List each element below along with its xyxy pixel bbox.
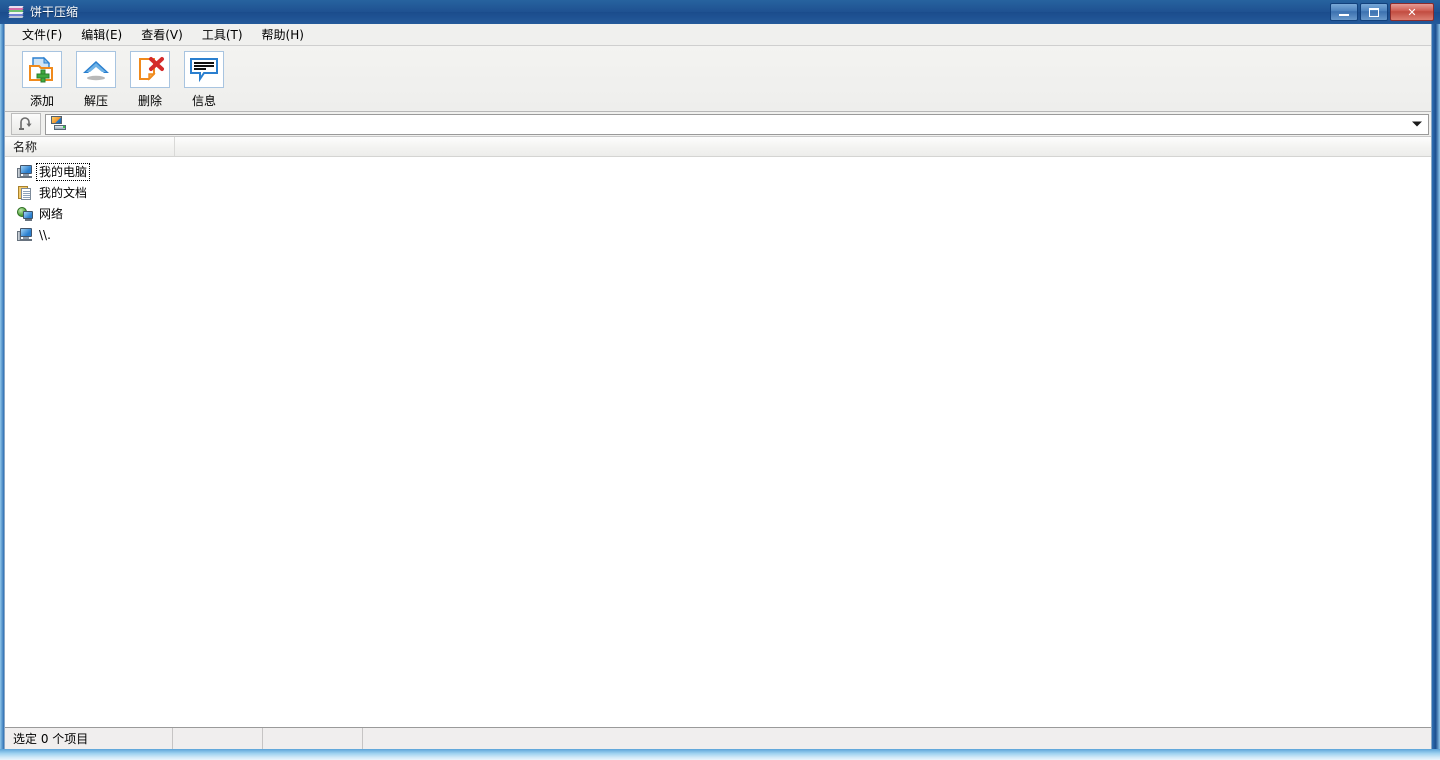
list-item[interactable]: 网络 [5, 203, 1431, 224]
status-cell-4 [363, 728, 1431, 749]
restore-button[interactable] [1360, 3, 1388, 21]
menu-help[interactable]: 帮助(H) [253, 23, 314, 46]
window-border-right [1432, 0, 1440, 760]
delete-document-icon [130, 51, 170, 88]
window-border-bottom [0, 749, 1440, 760]
archive-icon [8, 4, 24, 20]
my-computer-icon [50, 116, 66, 132]
toolbar: 添加 解压 删除 信息 [5, 46, 1431, 112]
toolbar-label-extract: 解压 [83, 94, 108, 108]
address-bar [5, 112, 1431, 137]
menu-view[interactable]: 查看(V) [132, 23, 193, 46]
window-title: 饼干压缩 [30, 5, 79, 19]
list-item[interactable]: 我的文档 [5, 182, 1431, 203]
toolbar-label-info: 信息 [191, 94, 216, 108]
column-header-blank[interactable] [175, 137, 1431, 156]
toolbar-button-extract[interactable]: 解压 [71, 51, 121, 109]
close-icon: ✕ [1407, 5, 1417, 19]
extract-up-arrow-icon [76, 51, 116, 88]
info-speech-bubble-icon [184, 51, 224, 88]
chevron-down-icon[interactable] [1412, 121, 1422, 127]
status-bar: 选定 0 个项目 [5, 727, 1431, 749]
toolbar-button-info[interactable]: 信息 [179, 51, 229, 109]
network-icon [17, 206, 33, 222]
computer-icon [17, 227, 33, 243]
menu-file[interactable]: 文件(F) [13, 23, 72, 46]
toolbar-button-add[interactable]: 添加 [17, 51, 67, 109]
up-one-level-button[interactable] [11, 113, 41, 135]
list-item-label: 网络 [39, 206, 64, 221]
menu-tools[interactable]: 工具(T) [193, 23, 253, 46]
computer-icon [17, 164, 33, 180]
address-path-field[interactable] [45, 113, 1429, 135]
toolbar-label-delete: 删除 [137, 94, 162, 108]
toolbar-label-add: 添加 [29, 94, 54, 108]
status-cell-2 [173, 728, 263, 749]
list-item[interactable]: 我的电脑 [5, 161, 1431, 182]
status-cell-3 [263, 728, 363, 749]
column-header-name[interactable]: 名称 [5, 137, 175, 156]
status-selection-count: 选定 0 个项目 [5, 728, 173, 749]
list-item-label: 我的文档 [39, 185, 88, 200]
documents-icon [17, 185, 33, 201]
list-column-headers: 名称 [5, 137, 1431, 157]
title-bar[interactable]: 饼干压缩 ✕ [0, 0, 1440, 24]
window-controls: ✕ [1330, 3, 1434, 21]
add-archive-icon [22, 51, 62, 88]
up-one-level-icon [17, 116, 35, 132]
close-button[interactable]: ✕ [1390, 3, 1434, 21]
list-item-label: 我的电脑 [35, 162, 91, 181]
menu-edit[interactable]: 编辑(E) [72, 23, 132, 46]
list-item[interactable]: \\. [5, 224, 1431, 245]
file-list[interactable]: 我的电脑 我的文档 网络 \\. [5, 157, 1431, 727]
toolbar-button-delete[interactable]: 删除 [125, 51, 175, 109]
window-frame: 饼干压缩 ✕ 文件(F) 编辑(E) 查看(V) 工具(T) 帮助(H) 添加 … [0, 0, 1440, 760]
client-area: 文件(F) 编辑(E) 查看(V) 工具(T) 帮助(H) 添加 解压 删除 信… [4, 24, 1432, 749]
menu-bar: 文件(F) 编辑(E) 查看(V) 工具(T) 帮助(H) [5, 24, 1431, 46]
minimize-icon [1339, 14, 1349, 16]
restore-icon [1369, 7, 1379, 17]
list-item-label: \\. [39, 227, 51, 242]
minimize-button[interactable] [1330, 3, 1358, 21]
